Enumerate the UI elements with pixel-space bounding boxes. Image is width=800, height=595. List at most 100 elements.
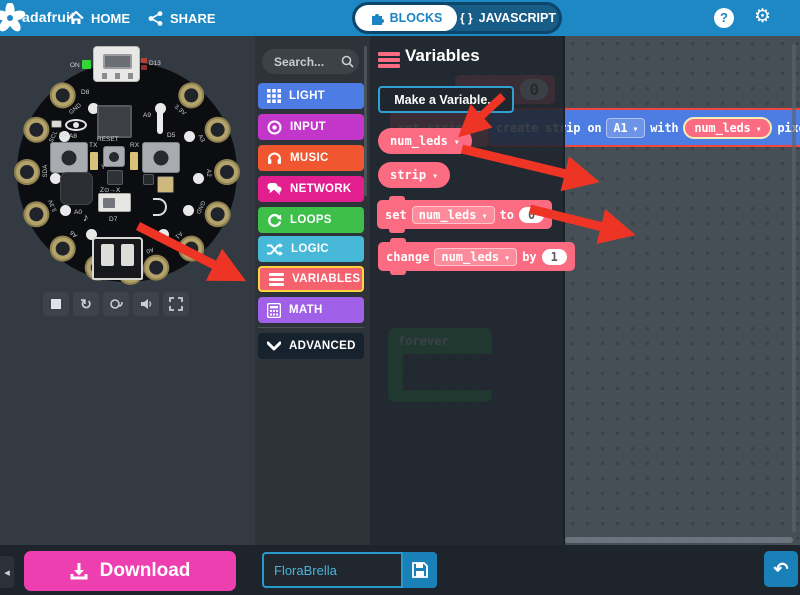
pin-dropdown[interactable]: A1 bbox=[606, 118, 645, 138]
gear-icon[interactable] bbox=[754, 5, 771, 28]
make-variable-button[interactable]: Make a Variable... bbox=[378, 86, 514, 113]
home-icon bbox=[68, 11, 84, 25]
chevron-down-icon bbox=[432, 168, 438, 182]
variable-dropdown[interactable]: num_leds bbox=[434, 248, 517, 266]
chevron-down-icon bbox=[267, 341, 281, 351]
d13-led bbox=[141, 58, 147, 63]
change-variable-block[interactable]: change num_leds by 1 bbox=[378, 242, 575, 271]
variable-dropdown[interactable]: num_leds bbox=[412, 206, 495, 224]
simulator-panel: GNDSCLSDA3.3VA6A7GND3.3VA3A2GNDA1A0 ON D… bbox=[0, 36, 255, 545]
category-math[interactable]: MATH bbox=[258, 297, 364, 323]
chevron-down-icon bbox=[756, 121, 762, 135]
snail-icon bbox=[109, 297, 123, 311]
chevron-down-icon bbox=[504, 250, 510, 264]
puzzle-icon bbox=[370, 11, 384, 25]
slide-switch[interactable] bbox=[98, 193, 131, 212]
temperature-sensor-icon bbox=[157, 110, 163, 134]
variables-list-icon bbox=[269, 271, 284, 288]
expand-icon bbox=[169, 297, 183, 311]
app-header: adafruit HOME SHARE BLOCK bbox=[0, 0, 800, 36]
footer-bar: Download bbox=[0, 545, 800, 595]
category-logic[interactable]: LOGIC bbox=[258, 236, 364, 262]
flyout-title: Variables bbox=[405, 46, 480, 66]
main-chip bbox=[97, 105, 132, 138]
fullscreen-button[interactable] bbox=[163, 292, 189, 316]
collapse-sim-button[interactable] bbox=[0, 556, 14, 588]
project-name-input[interactable] bbox=[262, 552, 403, 588]
light-grid-icon bbox=[267, 89, 281, 103]
horizontal-scrollbar[interactable] bbox=[565, 537, 793, 543]
download-button[interactable]: Download bbox=[24, 551, 236, 591]
tab-blocks[interactable]: BLOCKS bbox=[355, 5, 457, 31]
floppy-icon bbox=[412, 562, 428, 578]
editor-tabs: BLOCKS JAVASCRIPT bbox=[352, 2, 562, 34]
circuit-playground-board[interactable]: GNDSCLSDA3.3VA6A7GND3.3VA3A2GNDA1A0 ON D… bbox=[17, 62, 237, 282]
accelerometer-chip bbox=[107, 170, 123, 185]
sound-sensor-icon bbox=[153, 198, 167, 216]
braces-icon bbox=[460, 11, 473, 25]
variable-oval[interactable]: num_leds bbox=[683, 117, 772, 139]
share-icon bbox=[148, 11, 163, 26]
usb-connector bbox=[93, 46, 140, 82]
search-icon bbox=[341, 55, 354, 68]
save-button[interactable] bbox=[403, 552, 437, 588]
chevron-down-icon bbox=[454, 134, 460, 148]
chat-bubbles-icon bbox=[267, 182, 282, 196]
variables-icon bbox=[378, 50, 400, 70]
chevron-down-icon bbox=[632, 121, 638, 135]
category-light[interactable]: LIGHT bbox=[258, 83, 364, 109]
vertical-scrollbar[interactable] bbox=[792, 44, 796, 532]
battery-connector bbox=[92, 237, 143, 280]
stop-button[interactable] bbox=[43, 292, 69, 316]
variable-pill-strip[interactable]: strip bbox=[378, 162, 450, 188]
input-dot-icon bbox=[267, 120, 282, 135]
music-note-icon: ♪ bbox=[83, 212, 89, 224]
category-music[interactable]: MUSIC bbox=[258, 145, 364, 171]
toolbox-scrollbar[interactable] bbox=[364, 46, 367, 196]
block-text: with bbox=[650, 121, 678, 135]
chevron-down-icon bbox=[481, 208, 487, 222]
speaker-component bbox=[60, 172, 93, 205]
block-text: pixels bbox=[777, 121, 800, 135]
shuffle-icon bbox=[267, 243, 283, 256]
share-button[interactable]: SHARE bbox=[140, 0, 224, 36]
calculator-icon bbox=[267, 303, 281, 318]
stop-icon bbox=[51, 299, 61, 309]
restart-button[interactable]: ↻ bbox=[73, 292, 99, 316]
tab-javascript[interactable]: JAVASCRIPT bbox=[457, 5, 559, 31]
variable-pill-num-leds[interactable]: num_leds bbox=[378, 128, 472, 154]
light-sensor-icon bbox=[65, 119, 87, 131]
neopixel-led bbox=[183, 205, 194, 216]
headphones-icon bbox=[267, 151, 282, 165]
mic-component bbox=[157, 176, 174, 193]
set-variable-block[interactable]: set num_leds to 0 bbox=[377, 200, 552, 229]
number-value[interactable]: 1 bbox=[542, 249, 567, 265]
mute-button[interactable] bbox=[133, 292, 159, 316]
makecode-adafruit-app: 0 set strip to create strip on A1 with n… bbox=[0, 0, 800, 595]
toolbox-panel: LIGHT INPUT MUSIC NETWORK bbox=[255, 36, 370, 545]
download-icon bbox=[70, 562, 88, 580]
category-input[interactable]: INPUT bbox=[258, 114, 364, 140]
slow-mo-button[interactable] bbox=[103, 292, 129, 316]
neopixel-led bbox=[193, 173, 204, 184]
neopixel-led bbox=[158, 229, 169, 240]
category-advanced[interactable]: ADVANCED bbox=[258, 333, 364, 359]
neopixel-led bbox=[184, 131, 195, 142]
button-a[interactable] bbox=[50, 142, 88, 173]
variables-flyout: Variables Make a Variable... num_leds st… bbox=[370, 36, 565, 545]
reset-button[interactable] bbox=[103, 146, 125, 167]
category-variables[interactable]: VARIABLES bbox=[258, 266, 364, 292]
restart-icon: ↻ bbox=[80, 296, 92, 313]
category-network[interactable]: NETWORK bbox=[258, 176, 364, 202]
category-loops[interactable]: LOOPS bbox=[258, 207, 364, 233]
home-button[interactable]: HOME bbox=[60, 0, 138, 36]
button-b[interactable] bbox=[142, 142, 180, 173]
loop-icon bbox=[267, 213, 282, 228]
simulator-controls: ↻ bbox=[43, 292, 189, 316]
number-value[interactable]: 0 bbox=[519, 207, 544, 223]
neopixel-led bbox=[60, 205, 71, 216]
speaker-icon bbox=[139, 297, 153, 311]
help-button[interactable]: ? bbox=[714, 8, 734, 28]
power-led bbox=[82, 60, 91, 69]
undo-button[interactable] bbox=[764, 551, 798, 587]
